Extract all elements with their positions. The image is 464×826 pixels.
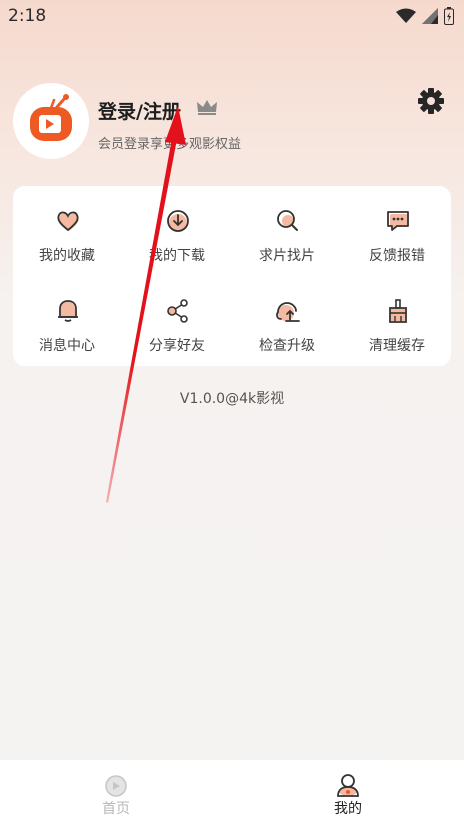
grid-item-clear-cache[interactable]: 清理缓存 <box>343 290 451 360</box>
status-time: 2:18 <box>8 6 47 26</box>
bell-icon <box>58 300 78 322</box>
avatar[interactable] <box>13 83 89 159</box>
status-bar: 2:18 <box>0 0 464 32</box>
grid-label: 清理缓存 <box>369 338 425 354</box>
grid-item-favorites[interactable]: 我的收藏 <box>13 200 121 270</box>
wifi-icon <box>396 8 416 23</box>
login-subtitle: 会员登录享更多观影权益 <box>98 137 242 152</box>
grid-label: 我的下载 <box>149 248 205 264</box>
function-grid: 我的收藏 我的下载 求片找片 反馈报错 消息中心 分享好友 检查升级 清理缓存 <box>13 186 451 366</box>
grid-item-request[interactable]: 求片找片 <box>233 200 341 270</box>
tab-mine[interactable]: 我的 <box>232 760 464 826</box>
tab-home-label: 首页 <box>102 801 130 817</box>
search-icon <box>277 210 298 231</box>
grid-label: 求片找片 <box>259 248 315 264</box>
grid-item-downloads[interactable]: 我的下载 <box>123 200 231 270</box>
crown-icon <box>197 100 217 115</box>
profile-header: 登录/注册 会员登录享更多观影权益 <box>0 80 464 170</box>
battery-icon <box>444 7 454 25</box>
grid-label: 反馈报错 <box>369 248 425 264</box>
grid-item-upgrade[interactable]: 检查升级 <box>233 290 341 360</box>
grid-item-share[interactable]: 分享好友 <box>123 290 231 360</box>
feedback-icon <box>387 211 409 231</box>
tab-home[interactable]: 首页 <box>0 760 232 826</box>
tab-mine-label: 我的 <box>334 801 362 817</box>
user-icon <box>337 774 359 797</box>
home-icon <box>105 775 127 797</box>
grid-label: 消息中心 <box>39 338 95 354</box>
gear-icon[interactable] <box>418 88 444 114</box>
grid-item-feedback[interactable]: 反馈报错 <box>343 200 451 270</box>
grid-label: 检查升级 <box>259 338 315 354</box>
upgrade-icon <box>276 302 300 322</box>
grid-label: 分享好友 <box>149 338 205 354</box>
signal-icon <box>422 8 438 24</box>
bottom-nav: 首页 我的 <box>0 760 464 826</box>
version-text: V1.0.0@4k影视 <box>179 391 285 407</box>
grid-label: 我的收藏 <box>39 248 95 264</box>
login-register-link[interactable]: 登录/注册 <box>98 97 181 124</box>
status-icons <box>396 7 454 25</box>
download-icon <box>167 210 189 232</box>
app-logo-icon <box>30 94 72 141</box>
grid-item-messages[interactable]: 消息中心 <box>13 290 121 360</box>
broom-icon <box>389 299 407 323</box>
share-icon <box>167 299 188 323</box>
heart-icon <box>57 211 79 232</box>
